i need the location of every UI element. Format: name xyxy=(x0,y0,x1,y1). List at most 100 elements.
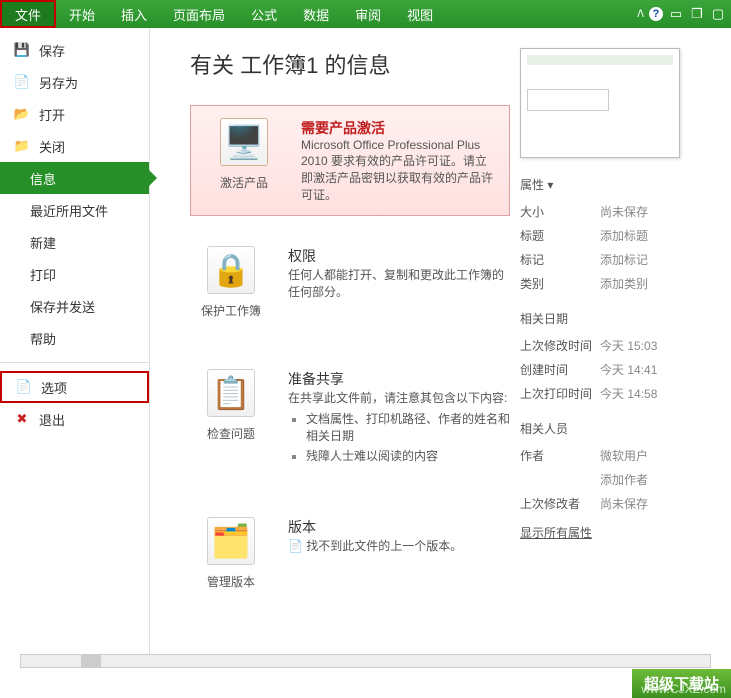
tab-file[interactable]: 文件 xyxy=(0,0,56,28)
prop-value[interactable]: 添加标题 xyxy=(600,227,648,244)
window-restore-icon[interactable]: ❐ xyxy=(689,6,705,22)
sidebar-help[interactable]: 帮助 xyxy=(0,322,149,354)
minimize-ribbon-icon[interactable]: ᐱ xyxy=(637,9,644,20)
document-thumbnail[interactable] xyxy=(520,48,680,158)
inspect-item: 残障人士难以阅读的内容 xyxy=(306,447,510,464)
backstage-view: 💾 保存 📄另存为 📂打开 📁 关闭 信息 最近所用文件 新建 打印 保存并发送 帮… xyxy=(0,28,731,663)
inspect-intro: 在共享此文件前，请注意其包含以下内容: xyxy=(288,389,510,406)
versions-icon: 🗂️ xyxy=(207,517,255,565)
info-right-column: 属性 ▾ 大小尚未保存 标题添加标题 标记添加标记 类别添加类别 相关日期 上次… xyxy=(510,48,690,663)
prop-row: 类别添加类别 xyxy=(520,275,690,292)
sidebar-close[interactable]: 📁 关闭 xyxy=(0,130,149,162)
save-icon: 💾 xyxy=(14,42,30,58)
people-header: 相关人员 xyxy=(520,420,690,437)
sidebar-save[interactable]: 💾 保存 xyxy=(0,34,149,66)
prop-label: 标题 xyxy=(520,227,600,244)
prop-row: 上次打印时间今天 14:58 xyxy=(520,385,690,402)
prop-label: 标记 xyxy=(520,251,600,268)
horizontal-scrollbar[interactable] xyxy=(20,654,711,668)
sidebar-label: 保存 xyxy=(39,41,65,60)
sidebar-label: 保存并发送 xyxy=(30,297,95,316)
sidebar-exit[interactable]: ✖ 退出 xyxy=(0,403,149,435)
help-icon[interactable]: ? xyxy=(649,7,663,21)
versions-body: 版本 📄 找不到此文件的上一个版本。 xyxy=(272,517,510,590)
prop-label: 作者 xyxy=(520,447,600,464)
backstage-sidebar: 💾 保存 📄另存为 📂打开 📁 关闭 信息 最近所用文件 新建 打印 保存并发送 帮… xyxy=(0,28,150,663)
sidebar-label: 信息 xyxy=(30,169,56,188)
button-label: 检查问题 xyxy=(207,427,255,441)
sidebar-label: 另存为 xyxy=(39,73,78,92)
protect-button[interactable]: 🔒 保护工作簿 xyxy=(190,246,272,319)
prop-row: 标题添加标题 xyxy=(520,227,690,244)
sidebar-open[interactable]: 📂打开 xyxy=(0,98,149,130)
sidebar-recent[interactable]: 最近所用文件 xyxy=(0,194,149,226)
button-label: 管理版本 xyxy=(207,575,255,589)
prop-value[interactable]: 添加类别 xyxy=(600,275,648,292)
sidebar-label: 打印 xyxy=(30,265,56,284)
prop-label: 上次打印时间 xyxy=(520,385,600,402)
protect-title: 权限 xyxy=(288,246,510,266)
checklist-icon: 📋 xyxy=(207,369,255,417)
versions-title: 版本 xyxy=(288,517,510,537)
prop-row: 标记添加标记 xyxy=(520,251,690,268)
sidebar-label: 新建 xyxy=(30,233,56,252)
inspect-body: 准备共享 在共享此文件前，请注意其包含以下内容: 文档属性、打印机路径、作者的姓… xyxy=(272,369,510,467)
sidebar-print[interactable]: 打印 xyxy=(0,258,149,290)
prop-label: 大小 xyxy=(520,203,600,220)
prop-label: 上次修改时间 xyxy=(520,337,600,354)
inspect-item: 文档属性、打印机路径、作者的姓名和相关日期 xyxy=(306,410,510,444)
sidebar-label: 选项 xyxy=(41,378,67,397)
lock-icon: 🔒 xyxy=(207,246,255,294)
info-left-column: 有关 工作簿1 的信息 🖥️ 激活产品 需要产品激活 Microsoft Off… xyxy=(190,48,510,663)
properties-dropdown[interactable]: 属性 ▾ xyxy=(520,176,690,193)
sidebar-info[interactable]: 信息 xyxy=(0,162,149,194)
tab-data[interactable]: 数据 xyxy=(290,0,342,28)
sidebar-options[interactable]: 📄选项 xyxy=(0,371,149,403)
window-close-icon[interactable]: ▢ xyxy=(710,6,726,22)
page-title: 有关 工作簿1 的信息 xyxy=(190,48,510,80)
sidebar-label: 退出 xyxy=(39,410,65,429)
versions-section: 🗂️ 管理版本 版本 📄 找不到此文件的上一个版本。 xyxy=(190,517,510,590)
prop-label: 上次修改者 xyxy=(520,495,600,512)
window-minimize-icon[interactable]: ▭ xyxy=(668,6,684,22)
prop-label: 类别 xyxy=(520,275,600,292)
sidebar-label: 关闭 xyxy=(39,137,65,156)
prop-value: 今天 14:58 xyxy=(600,385,657,402)
tab-home[interactable]: 开始 xyxy=(56,0,108,28)
sidebar-savesend[interactable]: 保存并发送 xyxy=(0,290,149,322)
open-icon: 📂 xyxy=(14,106,30,122)
prop-value: 尚未保存 xyxy=(600,495,648,512)
sidebar-divider xyxy=(0,362,149,363)
scroll-thumb[interactable] xyxy=(81,655,101,667)
sidebar-label: 帮助 xyxy=(30,329,56,348)
prop-value: 今天 15:03 xyxy=(600,337,657,354)
tab-insert[interactable]: 插入 xyxy=(108,0,160,28)
close-icon: 📁 xyxy=(14,138,30,154)
prop-value: 微软用户 xyxy=(600,447,648,464)
button-label: 保护工作簿 xyxy=(201,304,261,318)
inspect-title: 准备共享 xyxy=(288,369,510,389)
inspect-button[interactable]: 📋 检查问题 xyxy=(190,369,272,467)
tab-layout[interactable]: 页面布局 xyxy=(160,0,238,28)
add-author[interactable]: 添加作者 xyxy=(600,471,648,488)
prop-row: 添加作者 xyxy=(520,471,690,488)
sidebar-new[interactable]: 新建 xyxy=(0,226,149,258)
exit-icon: ✖ xyxy=(14,411,30,427)
protect-section: 🔒 保护工作簿 权限 任何人都能打开、复制和更改此工作簿的任何部分。 xyxy=(190,246,510,319)
activate-text: Microsoft Office Professional Plus 2010 … xyxy=(301,138,497,203)
tab-view[interactable]: 视图 xyxy=(394,0,446,28)
dates-header: 相关日期 xyxy=(520,310,690,327)
show-all-properties[interactable]: 显示所有属性 xyxy=(520,524,690,541)
prop-row: 上次修改者尚未保存 xyxy=(520,495,690,512)
prop-value[interactable]: 添加标记 xyxy=(600,251,648,268)
versions-text: 📄 找不到此文件的上一个版本。 xyxy=(288,537,510,554)
activate-button[interactable]: 🖥️ 激活产品 xyxy=(203,118,285,203)
sidebar-saveas[interactable]: 📄另存为 xyxy=(0,66,149,98)
activate-icon: 🖥️ xyxy=(220,118,268,166)
ribbon-bar: 文件 开始 插入 页面布局 公式 数据 审阅 视图 ᐱ ? ▭ ❐ ▢ xyxy=(0,0,731,28)
tab-review[interactable]: 审阅 xyxy=(342,0,394,28)
button-label: 激活产品 xyxy=(220,176,268,190)
versions-button[interactable]: 🗂️ 管理版本 xyxy=(190,517,272,590)
prop-value: 今天 14:41 xyxy=(600,361,657,378)
tab-formula[interactable]: 公式 xyxy=(238,0,290,28)
